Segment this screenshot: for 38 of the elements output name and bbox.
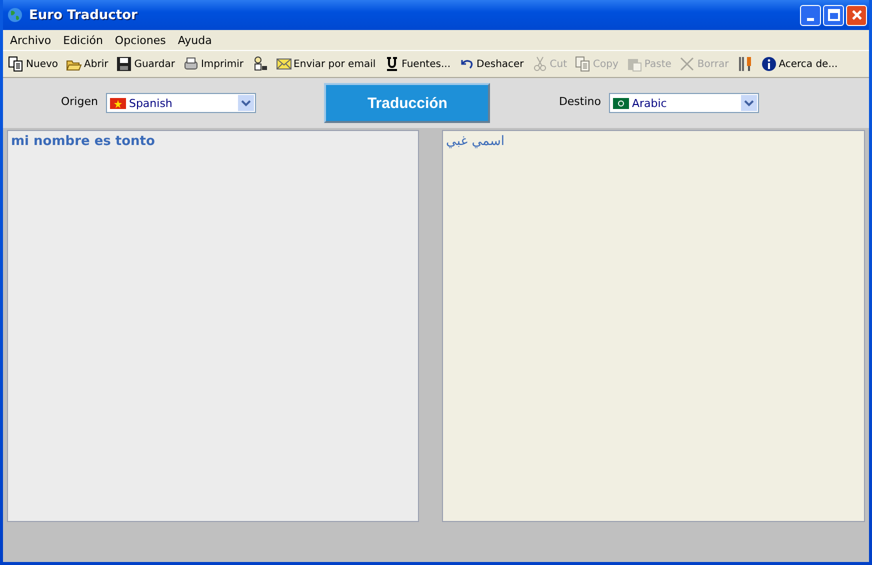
window-title: Euro Traductor — [29, 8, 138, 22]
scissors-icon — [532, 56, 548, 72]
close-icon — [850, 9, 862, 21]
close-icon — [679, 56, 696, 72]
toolbar-button[interactable]: Deshacer — [456, 56, 526, 72]
copy-icon — [575, 56, 592, 72]
flag-icon — [110, 98, 126, 108]
printer-icon — [182, 56, 199, 72]
toolbar-button[interactable]: Fuentes... — [382, 56, 452, 72]
source-language-dropdown[interactable]: Spanish — [106, 93, 256, 113]
toolbar-button[interactable]: Acerca de... — [758, 56, 840, 72]
toolbar-button[interactable]: Guardar — [114, 56, 177, 72]
target-label: Destino — [558, 94, 601, 108]
maximize-icon — [828, 9, 840, 21]
minimize-button[interactable] — [800, 4, 821, 26]
info-icon — [760, 56, 777, 72]
menu-item[interactable]: Opciones — [114, 34, 166, 46]
toolbar-button[interactable]: Abrir — [64, 56, 110, 72]
tools-icon — [736, 56, 753, 72]
flag-icon — [612, 98, 629, 108]
toolbar-button[interactable]: Enviar por email — [274, 56, 378, 72]
person-icon — [252, 56, 268, 72]
target-text-area[interactable]: اسمي غبي — [442, 130, 865, 522]
envelope-icon — [276, 56, 292, 72]
source-text-area[interactable]: mi nombre es tonto — [7, 130, 419, 522]
menu-item[interactable]: Archivo — [10, 34, 52, 46]
copy-icon — [8, 56, 24, 72]
menu-item[interactable]: Ayuda — [178, 34, 212, 46]
target-language-dropdown[interactable]: Arabic — [608, 93, 759, 113]
globe-icon — [7, 7, 23, 23]
maximize-button[interactable] — [823, 4, 844, 26]
minimize-icon — [807, 18, 814, 20]
toolbar-button[interactable]: Imprimir — [180, 56, 246, 72]
source-label: Origen — [61, 94, 98, 108]
close-button[interactable] — [846, 4, 867, 26]
menu-item[interactable]: Edición — [63, 34, 103, 46]
clipboard-icon — [626, 56, 642, 72]
toolbar-button[interactable]: Nuevo — [6, 56, 60, 72]
